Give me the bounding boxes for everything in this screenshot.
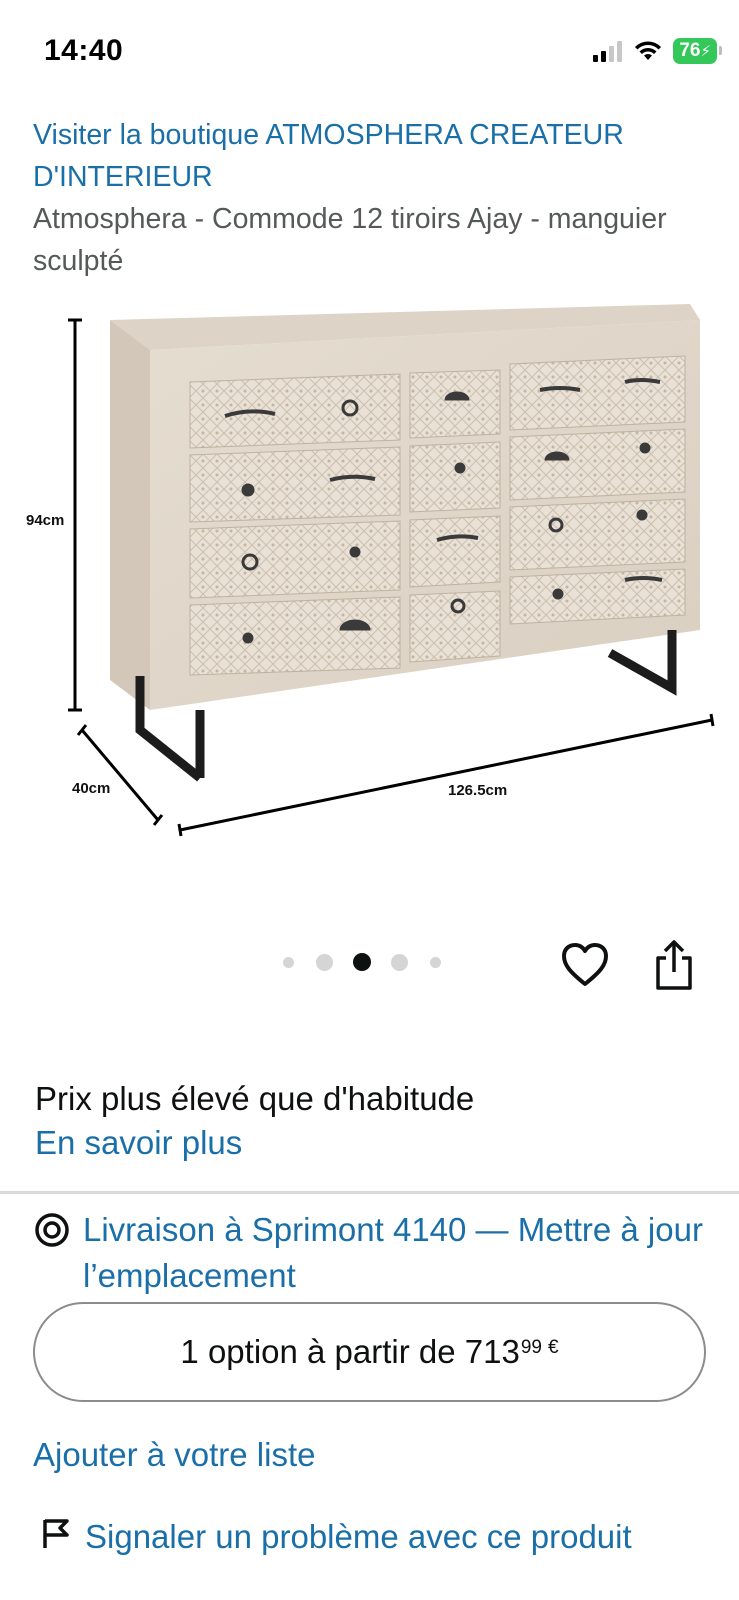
carousel-dot-active[interactable] [353, 953, 371, 971]
delivery-location-link[interactable]: Livraison à Sprimont 4140 — Mettre à jou… [83, 1207, 703, 1299]
report-problem-link[interactable]: Signaler un problème avec ce produit [33, 1514, 723, 1560]
dimension-height-label: 94cm [24, 512, 67, 529]
learn-more-link[interactable]: En savoir plus [35, 1122, 242, 1164]
carousel-dot[interactable] [391, 953, 408, 971]
share-button[interactable] [654, 938, 704, 994]
status-icons: 76⚡ [593, 38, 722, 64]
dresser-illustration [68, 304, 715, 837]
status-bar: 14:40 76⚡ [0, 0, 739, 100]
cellular-signal-icon [593, 41, 623, 62]
share-icon [656, 940, 692, 990]
report-problem-label[interactable]: Signaler un problème avec ce produit [85, 1518, 632, 1555]
wifi-icon [635, 41, 662, 60]
carousel-dot[interactable] [283, 956, 294, 968]
delivery-location-row[interactable]: Livraison à Sprimont 4140 — Mettre à jou… [33, 1207, 723, 1299]
price-currency: € [547, 1337, 559, 1358]
buying-options-button[interactable]: 1 option à partir de 713 99 € [33, 1302, 706, 1402]
store-link[interactable]: Visiter la boutique ATMOSPHERA CREATEUR … [33, 114, 723, 198]
flag-icon [43, 1519, 69, 1548]
heart-icon [562, 943, 608, 986]
product-image[interactable]: 94cm 40cm 126.5cm [0, 300, 739, 860]
carousel-dots[interactable] [283, 953, 441, 971]
status-time: 14:40 [44, 34, 124, 67]
location-pin-icon [35, 1213, 69, 1247]
dimension-depth-label: 40cm [72, 780, 111, 797]
dimension-width-label: 126.5cm [448, 782, 508, 799]
divider [0, 1191, 739, 1194]
options-label: 1 option à partir de 713 [180, 1333, 520, 1370]
price-notice: Prix plus élevé que d'habitude [35, 1080, 475, 1117]
wishlist-heart-button[interactable] [560, 940, 614, 994]
battery-charging-icon: 76⚡ [673, 38, 722, 64]
price-cents: 99 [520, 1337, 542, 1358]
battery-level: 76 [679, 40, 701, 61]
carousel-dot[interactable] [430, 956, 441, 968]
add-to-list-link[interactable]: Ajouter à votre liste [33, 1434, 315, 1476]
carousel-dot[interactable] [316, 953, 333, 971]
product-title: Atmosphera - Commode 12 tiroirs Ajay - m… [33, 203, 667, 277]
